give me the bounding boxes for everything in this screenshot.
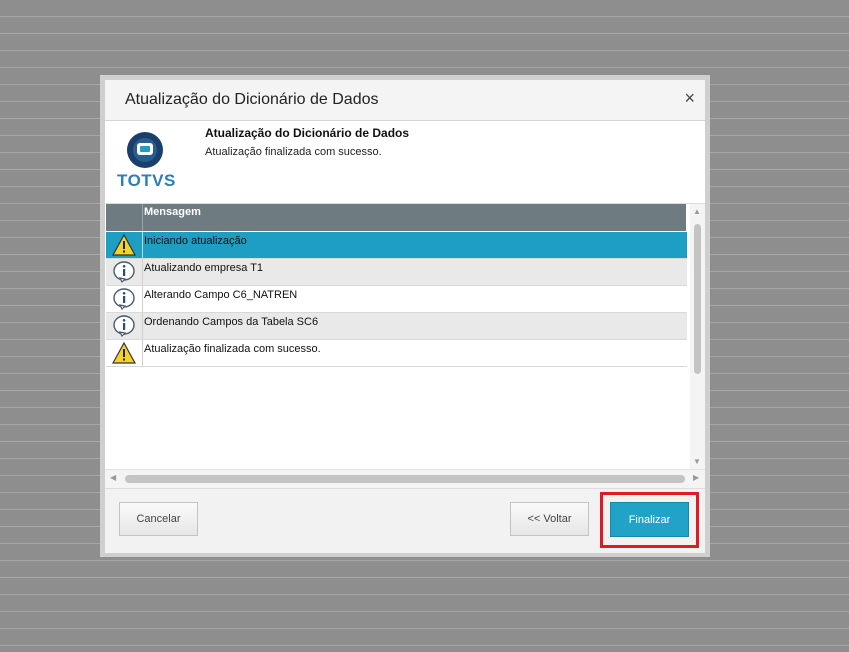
vertical-scroll-thumb[interactable] (694, 224, 701, 374)
dialog-titlebar: Atualização do Dicionário de Dados × (105, 80, 705, 121)
horizontal-scroll-thumb[interactable] (125, 475, 685, 483)
table-row[interactable]: Iniciando atualização (106, 232, 687, 259)
vertical-scrollbar[interactable]: ▲ ▼ (690, 204, 705, 469)
row-icon-cell (106, 232, 143, 258)
update-dialog: Atualização do Dicionário de Dados × TOT… (105, 80, 705, 553)
row-icon-cell (106, 340, 143, 366)
grid-header: Mensagem (106, 204, 686, 231)
totvs-logo: TOTVS (117, 131, 176, 191)
grid-header-mensagem[interactable]: Mensagem (144, 206, 201, 218)
dialog-title: Atualização do Dicionário de Dados (125, 91, 379, 108)
grid-rows: Iniciando atualização Atualizando empres… (106, 232, 687, 367)
logo-text: TOTVS (117, 171, 176, 190)
scroll-left-icon[interactable]: ◀ (110, 473, 116, 482)
table-row[interactable]: Atualizando empresa T1 (106, 259, 687, 286)
warning-icon (112, 342, 136, 364)
row-message: Alterando Campo C6_NATREN (144, 289, 298, 301)
grid-header-icon-column (106, 204, 143, 231)
finish-button[interactable]: Finalizar (610, 502, 689, 537)
row-icon-cell (106, 286, 143, 312)
scroll-up-icon[interactable]: ▲ (692, 207, 702, 216)
table-row[interactable]: Ordenando Campos da Tabela SC6 (106, 313, 687, 340)
message-grid: Mensagem Iniciando atualização Atualizan… (105, 204, 705, 487)
dialog-footer: Cancelar << Voltar Finalizar (105, 488, 705, 553)
cancel-button[interactable]: Cancelar (119, 502, 198, 536)
table-row[interactable]: Atualização finalizada com sucesso. (106, 340, 687, 367)
horizontal-scrollbar[interactable]: ◀ ▶ (105, 469, 705, 488)
info-icon (113, 315, 135, 337)
row-message: Atualizando empresa T1 (144, 262, 264, 274)
row-message: Iniciando atualização (144, 235, 247, 247)
scroll-down-icon[interactable]: ▼ (692, 457, 702, 466)
scroll-right-icon[interactable]: ▶ (693, 473, 699, 482)
row-message: Ordenando Campos da Tabela SC6 (144, 316, 319, 328)
totvs-logo-icon (127, 132, 163, 168)
row-icon-cell (106, 313, 143, 339)
info-icon (113, 288, 135, 310)
dialog-header: TOTVS Atualização do Dicionário de Dados… (105, 121, 705, 204)
header-subtitle: Atualização finalizada com sucesso. (205, 146, 382, 158)
close-icon[interactable]: × (684, 88, 695, 109)
back-button[interactable]: << Voltar (510, 502, 589, 536)
header-title: Atualização do Dicionário de Dados (205, 126, 410, 140)
table-row[interactable]: Alterando Campo C6_NATREN (106, 286, 687, 313)
row-icon-cell (106, 259, 143, 285)
warning-icon (112, 234, 136, 256)
row-message: Atualização finalizada com sucesso. (144, 343, 321, 355)
info-icon (113, 261, 135, 283)
